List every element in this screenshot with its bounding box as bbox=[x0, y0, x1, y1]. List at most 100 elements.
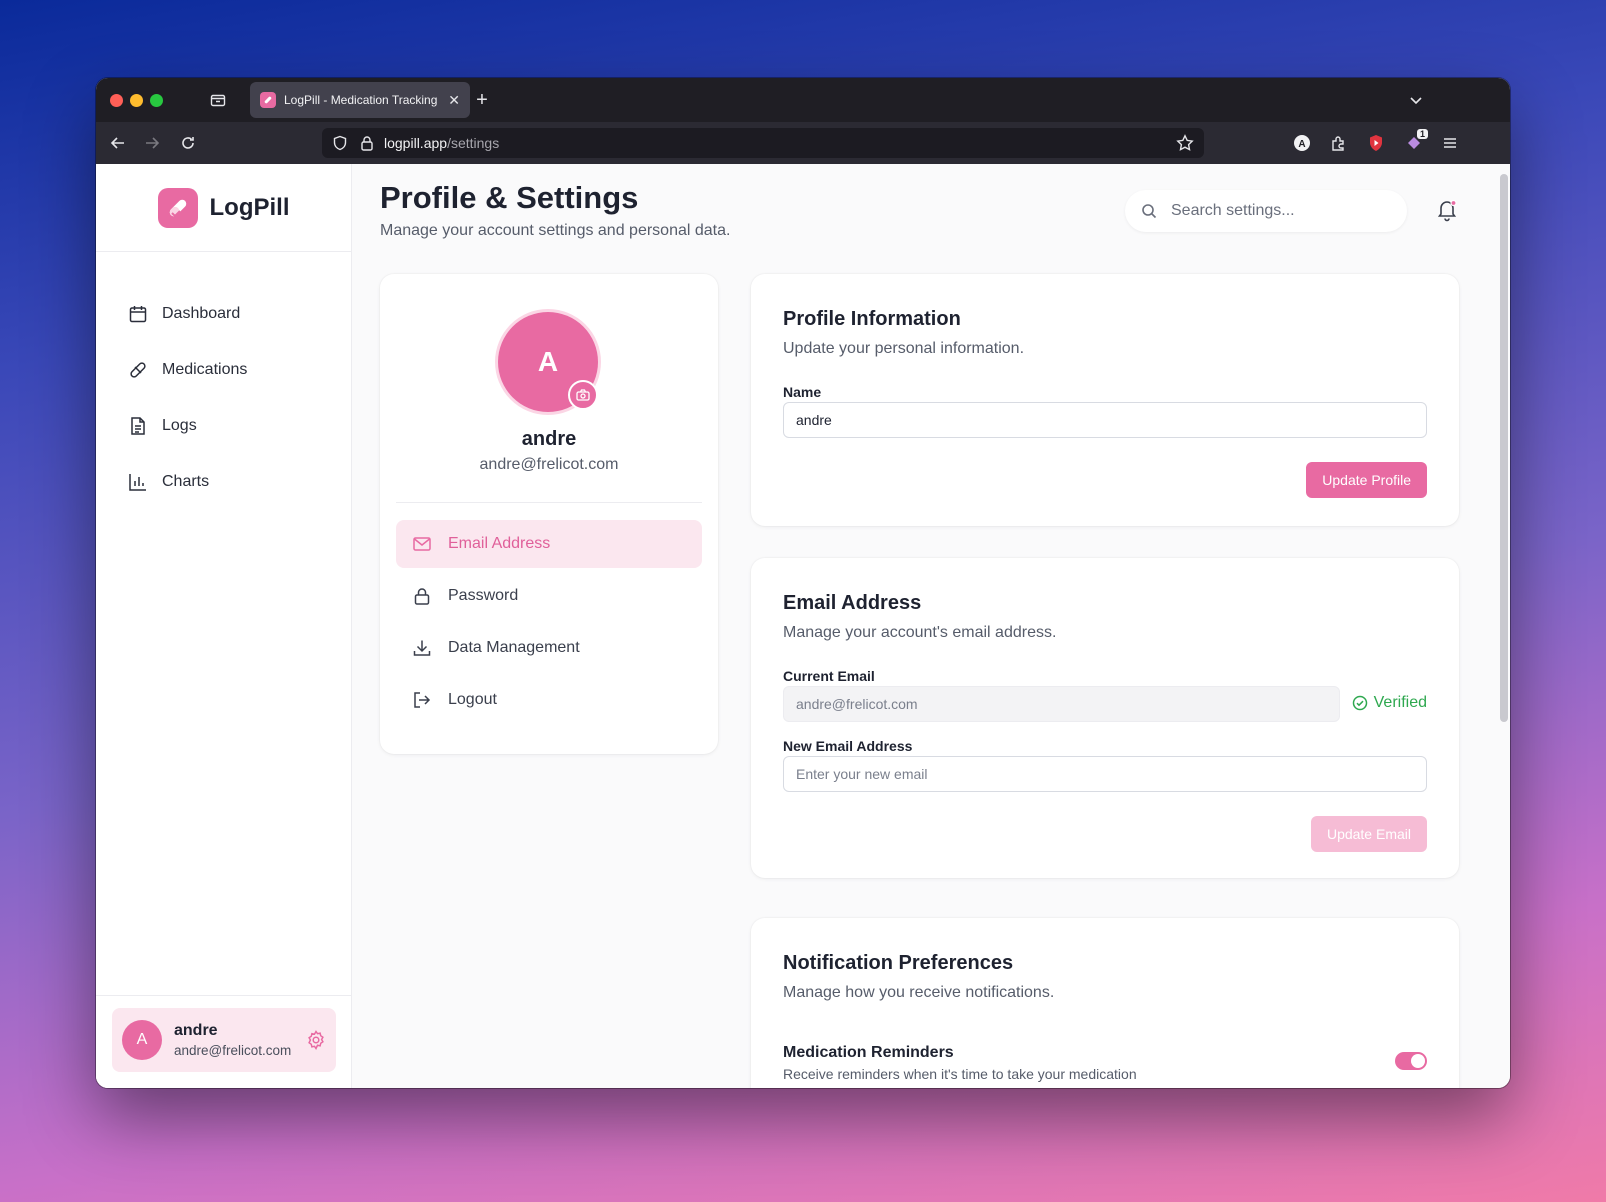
chevron-down-icon[interactable] bbox=[1406, 90, 1426, 110]
settings-menu-label: Data Management bbox=[448, 639, 580, 656]
browser-toolbar: logpill.app/settings A 1 bbox=[96, 122, 1510, 164]
profile-information-card: Profile Information Update your personal… bbox=[751, 274, 1459, 526]
bookmark-star-icon[interactable] bbox=[1176, 134, 1194, 152]
calendar-icon bbox=[129, 306, 147, 323]
verified-text: Verified bbox=[1373, 694, 1427, 711]
sidebar-item-charts[interactable]: Charts bbox=[96, 454, 351, 510]
extensions-icon[interactable] bbox=[1328, 133, 1348, 153]
card-title: Profile Information bbox=[783, 308, 961, 330]
extension-badge-count: 1 bbox=[1416, 129, 1428, 139]
settings-menu-email[interactable]: Email Address bbox=[396, 520, 702, 568]
favicon-icon bbox=[260, 92, 276, 108]
pill-icon bbox=[130, 362, 146, 378]
email-address-card: Email Address Manage your account's emai… bbox=[751, 558, 1459, 878]
user-name: andre bbox=[174, 1022, 218, 1039]
browser-tab[interactable]: LogPill - Medication Tracking ✕ bbox=[250, 82, 470, 118]
card-subtitle: Update your personal information. bbox=[783, 340, 1025, 357]
card-title: Notification Preferences bbox=[783, 952, 1014, 974]
minimize-window-button[interactable] bbox=[130, 94, 143, 107]
brand-name: LogPill bbox=[209, 193, 290, 221]
update-profile-button[interactable]: Update Profile bbox=[1306, 462, 1427, 498]
sidebar-item-label: Medications bbox=[162, 361, 248, 378]
tab-title: LogPill - Medication Tracking bbox=[284, 93, 438, 107]
shield-extension-icon[interactable] bbox=[1366, 133, 1386, 153]
scrollbar[interactable] bbox=[1500, 174, 1508, 722]
notifications-bell-icon[interactable] bbox=[1435, 198, 1459, 227]
profile-email: andre@frelicot.com bbox=[479, 456, 619, 473]
sidebar-item-medications[interactable]: Medications bbox=[96, 342, 351, 398]
close-window-button[interactable] bbox=[110, 94, 123, 107]
document-icon bbox=[131, 417, 145, 435]
url-path: /settings bbox=[447, 135, 500, 151]
url-text[interactable]: logpill.app/settings bbox=[384, 135, 499, 151]
svg-text:A: A bbox=[1298, 139, 1305, 150]
card-title: Email Address bbox=[783, 592, 922, 614]
avatar: A bbox=[122, 1020, 162, 1060]
sidebar-item-label: Dashboard bbox=[162, 305, 241, 322]
card-subtitle: Manage how you receive notifications. bbox=[783, 984, 1055, 1001]
reload-icon[interactable] bbox=[178, 133, 198, 153]
lock-icon bbox=[414, 588, 430, 605]
name-label: Name bbox=[783, 384, 822, 400]
forward-icon[interactable] bbox=[142, 133, 162, 153]
page-title: Profile & Settings bbox=[380, 180, 639, 215]
sidebar-nav: Dashboard Medications Logs Charts bbox=[96, 252, 351, 510]
divider bbox=[396, 502, 702, 503]
mail-icon bbox=[413, 537, 431, 551]
tab-overview-icon[interactable] bbox=[208, 90, 228, 110]
lock-icon[interactable] bbox=[360, 135, 374, 151]
download-icon bbox=[413, 640, 431, 656]
logpill-logo-icon bbox=[157, 187, 198, 228]
card-subtitle: Manage your account's email address. bbox=[783, 624, 1057, 641]
shield-icon[interactable] bbox=[332, 135, 348, 151]
account-icon[interactable]: A bbox=[1292, 133, 1312, 153]
update-email-button[interactable]: Update Email bbox=[1310, 816, 1427, 852]
user-info: andre andre@frelicot.com bbox=[174, 1022, 306, 1058]
tab-bar: LogPill - Medication Tracking ✕ + bbox=[96, 78, 1510, 122]
main-content: Profile & Settings Manage your account s… bbox=[353, 164, 1493, 1088]
brand[interactable]: LogPill bbox=[96, 164, 351, 252]
sidebar-item-dashboard[interactable]: Dashboard bbox=[96, 286, 351, 342]
sidebar-user-card[interactable]: A andre andre@frelicot.com bbox=[112, 1008, 336, 1072]
new-email-label: New Email Address bbox=[783, 738, 913, 754]
search-box[interactable] bbox=[1125, 190, 1407, 232]
check-circle-icon bbox=[1352, 695, 1367, 711]
notification-preferences-card: Notification Preferences Manage how you … bbox=[751, 918, 1459, 1088]
name-field[interactable] bbox=[783, 402, 1427, 438]
sidebar: LogPill Dashboard Medications Logs Chart… bbox=[96, 164, 352, 1088]
profile-name: andre bbox=[521, 428, 577, 450]
medication-reminders-label: Medication Reminders bbox=[783, 1044, 954, 1061]
current-email-label: Current Email bbox=[783, 668, 875, 684]
settings-menu: Email Address Password Data Management L… bbox=[396, 520, 702, 728]
user-email: andre@frelicot.com bbox=[174, 1043, 292, 1058]
settings-menu-label: Email Address bbox=[448, 535, 551, 552]
logout-icon bbox=[414, 692, 431, 708]
verified-badge: Verified bbox=[1352, 694, 1427, 712]
new-email-field[interactable] bbox=[783, 756, 1427, 792]
camera-icon[interactable] bbox=[568, 380, 598, 410]
search-input[interactable] bbox=[1171, 202, 1391, 220]
close-tab-icon[interactable]: ✕ bbox=[448, 92, 460, 109]
search-icon bbox=[1142, 204, 1157, 219]
page-subtitle: Manage your account settings and persona… bbox=[380, 222, 731, 239]
new-tab-icon[interactable]: + bbox=[472, 89, 492, 111]
back-icon[interactable] bbox=[108, 133, 128, 153]
url-domain: logpill.app bbox=[384, 135, 448, 151]
extension-badge-icon[interactable]: 1 bbox=[1402, 129, 1428, 155]
menu-icon[interactable] bbox=[1440, 133, 1460, 153]
gear-icon[interactable] bbox=[306, 1030, 326, 1050]
maximize-window-button[interactable] bbox=[150, 94, 163, 107]
address-bar[interactable]: logpill.app/settings bbox=[322, 128, 1204, 158]
bar-chart-icon bbox=[129, 474, 146, 491]
sidebar-item-logs[interactable]: Logs bbox=[96, 398, 351, 454]
medication-reminders-toggle[interactable] bbox=[1395, 1052, 1427, 1070]
settings-menu-password[interactable]: Password bbox=[396, 572, 702, 620]
settings-menu-data-management[interactable]: Data Management bbox=[396, 624, 702, 672]
profile-card: A andre andre@frelicot.com Email Address… bbox=[380, 274, 718, 754]
sidebar-divider bbox=[96, 995, 351, 996]
browser-window: LogPill - Medication Tracking ✕ + logpil… bbox=[96, 78, 1510, 1088]
medication-reminders-description: Receive reminders when it's time to take… bbox=[783, 1066, 1137, 1082]
current-email-field bbox=[783, 686, 1340, 722]
settings-menu-label: Logout bbox=[448, 691, 497, 708]
settings-menu-logout[interactable]: Logout bbox=[396, 676, 702, 724]
